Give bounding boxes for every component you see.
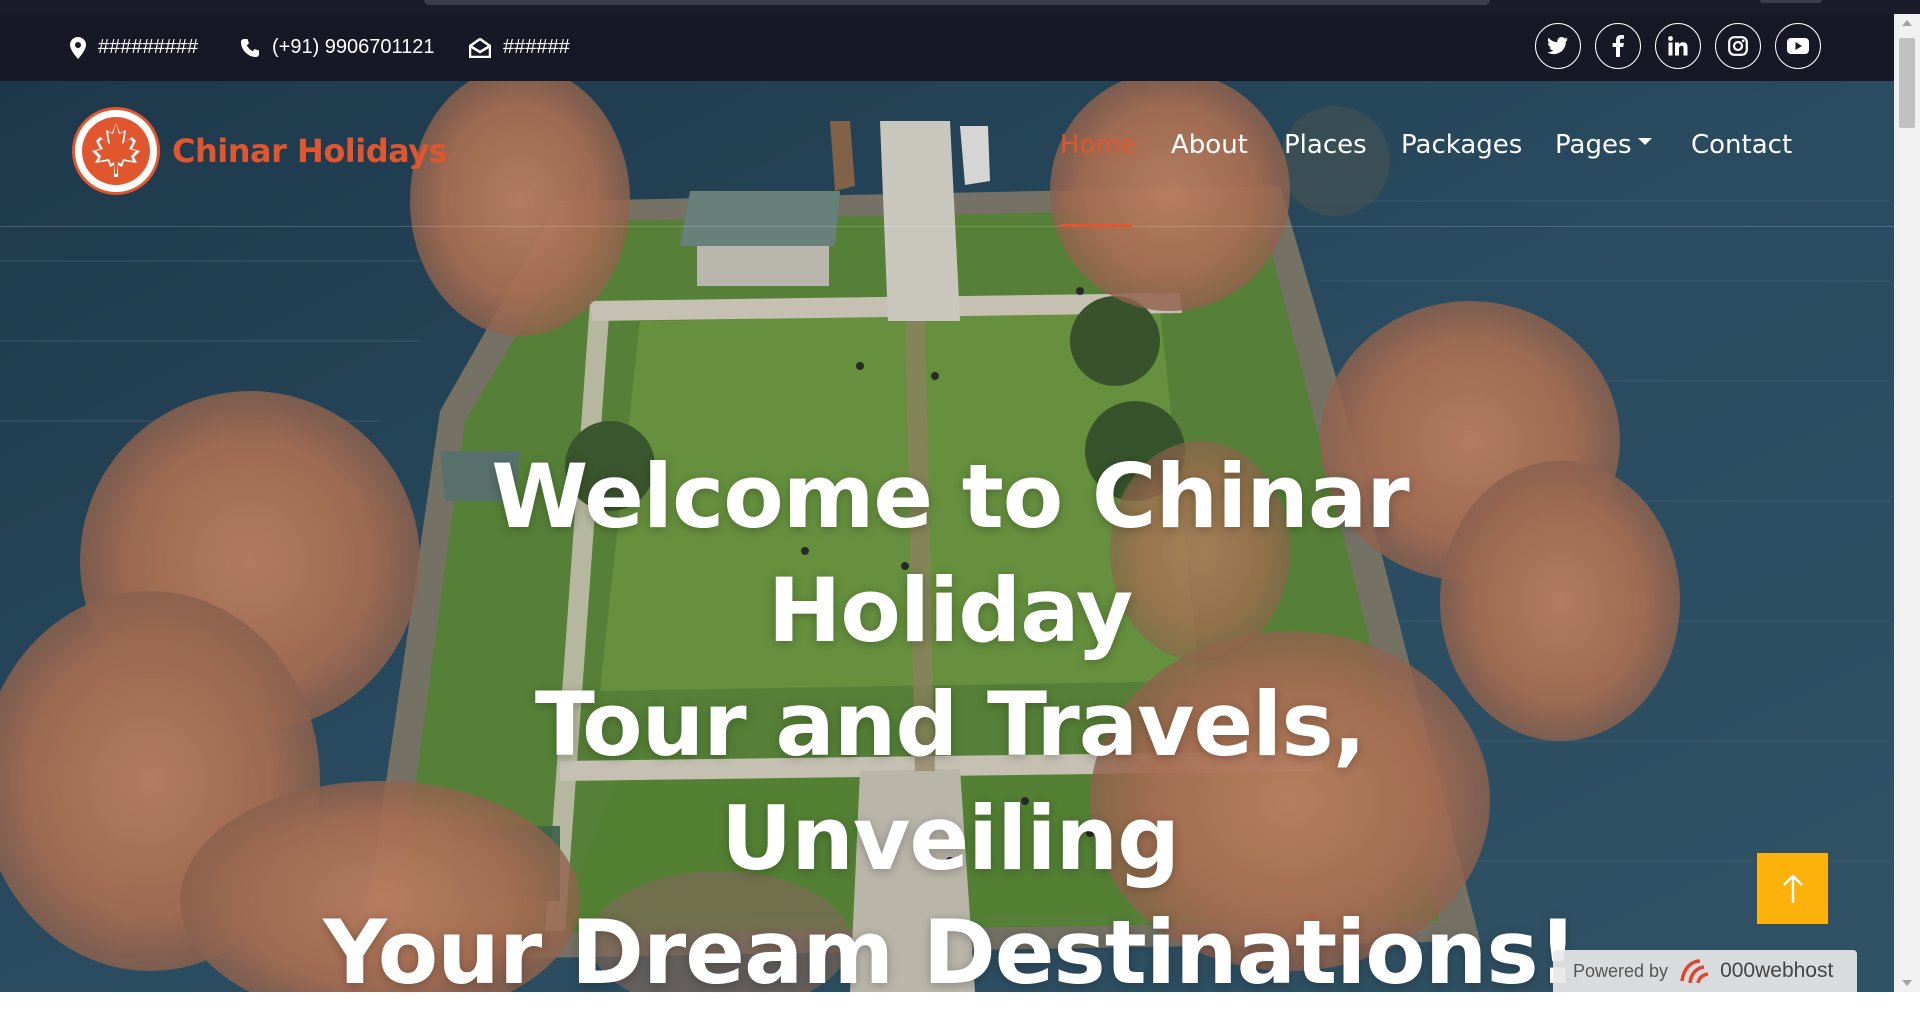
- nav-item-home[interactable]: Home: [1060, 130, 1137, 160]
- linkedin-icon: [1668, 36, 1688, 56]
- facebook-icon: [1612, 35, 1624, 57]
- scroll-down-icon[interactable]: [1902, 980, 1912, 986]
- scroll-up-icon[interactable]: [1902, 20, 1912, 26]
- brand-name: Chinar Holidays: [172, 132, 448, 170]
- headline-line-1: Welcome to Chinar Holiday: [491, 445, 1409, 662]
- nav-item-pages-label: Pages: [1555, 130, 1632, 160]
- webhost-brand-text: 000webhost: [1720, 959, 1834, 982]
- linkedin-button[interactable]: [1655, 23, 1701, 69]
- powered-by-text: Powered by: [1573, 960, 1669, 981]
- email-info: ######: [469, 14, 570, 81]
- page-scrollbar[interactable]: [1894, 14, 1920, 992]
- nav-item-places[interactable]: Places: [1284, 130, 1367, 160]
- location-pin-icon: [70, 36, 86, 59]
- browser-control-edge: [1760, 0, 1822, 3]
- envelope-open-icon: [469, 37, 491, 58]
- nav-item-about[interactable]: About: [1171, 130, 1248, 160]
- top-info-bar: ######### (+91) 9906701121 ######: [0, 14, 1894, 81]
- address-text: #########: [98, 36, 199, 58]
- phone-info: (+91) 9906701121: [240, 14, 435, 81]
- address-info: #########: [70, 14, 198, 81]
- brand-logo-link[interactable]: Chinar Holidays: [72, 107, 448, 195]
- navbar-divider: [0, 226, 1894, 227]
- scroll-thumb[interactable]: [1899, 38, 1915, 128]
- twitter-icon: [1547, 37, 1568, 55]
- facebook-button[interactable]: [1595, 23, 1641, 69]
- arrow-up-icon: [1782, 873, 1803, 903]
- maple-leaf-logo: [72, 107, 160, 195]
- phone-text: (+91) 9906701121: [272, 36, 435, 58]
- instagram-icon: [1728, 36, 1748, 56]
- hero-headline: Welcome to Chinar Holiday Tour and Trave…: [300, 440, 1600, 1010]
- email-text: ######: [503, 36, 570, 58]
- instagram-button[interactable]: [1715, 23, 1761, 69]
- browser-url-strip: [0, 0, 1920, 14]
- powered-by-badge[interactable]: Powered by 000webhost: [1553, 950, 1857, 992]
- nav-item-packages[interactable]: Packages: [1401, 130, 1522, 160]
- twitter-button[interactable]: [1535, 23, 1581, 69]
- nav-item-pages[interactable]: Pages: [1555, 130, 1652, 160]
- back-to-top-button[interactable]: [1757, 853, 1828, 924]
- headline-line-2: Tour and Travels, Unveiling: [534, 673, 1366, 890]
- webhost-logo-icon: [1680, 959, 1709, 984]
- active-nav-indicator: [1060, 224, 1132, 227]
- headline-line-3: Your Dream Destinations!: [323, 901, 1578, 1004]
- youtube-button[interactable]: [1775, 23, 1821, 69]
- caret-down-icon: [1637, 138, 1652, 145]
- youtube-icon: [1787, 38, 1809, 54]
- phone-icon: [241, 38, 259, 57]
- nav-item-contact[interactable]: Contact: [1691, 130, 1792, 160]
- maple-leaf-icon: [82, 117, 150, 185]
- address-bar-edge: [424, 0, 1490, 5]
